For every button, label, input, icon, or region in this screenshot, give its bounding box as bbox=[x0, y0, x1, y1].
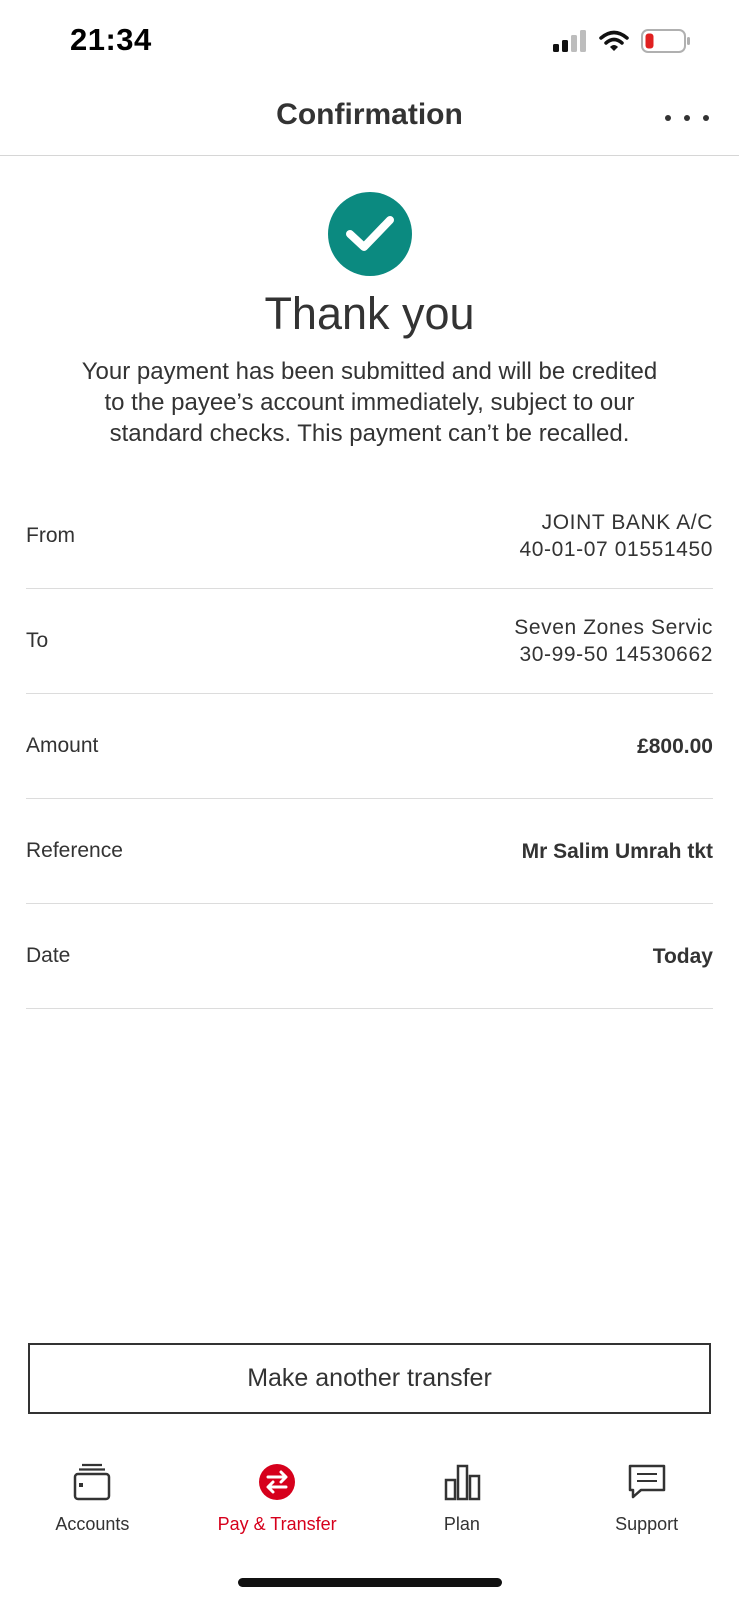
reference-value: Mr Salim Umrah tkt bbox=[521, 839, 713, 863]
from-label: From bbox=[26, 524, 75, 547]
tab-plan[interactable]: Plan bbox=[370, 1460, 555, 1550]
confirmation-message: Your payment has been submitted and will… bbox=[40, 356, 699, 449]
more-options-button[interactable] bbox=[665, 104, 709, 132]
date-label: Date bbox=[26, 944, 71, 967]
date-value: Today bbox=[652, 944, 713, 968]
to-label: To bbox=[26, 629, 49, 652]
to-value: Seven Zones Servic 30-99-50 14530662 bbox=[514, 614, 713, 668]
transfer-arrows-icon bbox=[255, 1460, 299, 1504]
detail-row-reference: Reference Mr Salim Umrah tkt bbox=[26, 799, 713, 904]
reference-label: Reference bbox=[26, 839, 123, 862]
detail-row-amount: Amount £800.00 bbox=[26, 694, 713, 799]
detail-row-from: From JOINT BANK A/C 40-01-07 01551450 bbox=[26, 484, 713, 589]
battery-low-icon bbox=[641, 28, 691, 58]
tab-support[interactable]: Support bbox=[554, 1460, 739, 1550]
tab-label: Accounts bbox=[55, 1514, 130, 1534]
tab-label: Pay & Transfer bbox=[217, 1514, 337, 1534]
from-account-number: 40-01-07 01551450 bbox=[519, 538, 713, 561]
to-payee-name: Seven Zones Servic bbox=[514, 616, 713, 639]
chat-bubble-icon bbox=[625, 1460, 669, 1504]
wifi-icon bbox=[599, 30, 629, 57]
signal-icon bbox=[553, 29, 587, 57]
tab-label: Plan bbox=[443, 1514, 480, 1534]
from-value: JOINT BANK A/C 40-01-07 01551450 bbox=[519, 509, 713, 563]
wallet-icon bbox=[70, 1460, 114, 1504]
to-account-number: 30-99-50 14530662 bbox=[519, 643, 713, 666]
confirmation-message-line: standard checks. This payment can’t be r… bbox=[109, 420, 630, 447]
tab-bar: Accounts Pay & Transfer Plan Support bbox=[0, 1460, 739, 1550]
payment-details: From JOINT BANK A/C 40-01-07 01551450 To… bbox=[26, 484, 713, 1009]
tab-accounts[interactable]: Accounts bbox=[0, 1460, 185, 1550]
check-circle-icon bbox=[328, 192, 412, 276]
page-title: Confirmation bbox=[276, 98, 463, 131]
tab-label: Support bbox=[615, 1514, 679, 1534]
amount-label: Amount bbox=[26, 734, 99, 757]
status-icons bbox=[553, 28, 691, 58]
bar-chart-icon bbox=[440, 1460, 484, 1504]
amount-value: £800.00 bbox=[637, 734, 713, 758]
nav-bar: Confirmation bbox=[0, 80, 739, 156]
home-indicator[interactable] bbox=[238, 1578, 502, 1587]
make-another-transfer-button[interactable]: Make another transfer bbox=[28, 1343, 711, 1414]
confirmation-message-line: to the payee’s account immediately, subj… bbox=[104, 389, 635, 416]
detail-row-date: Date Today bbox=[26, 904, 713, 1009]
more-horizontal-icon bbox=[665, 115, 671, 121]
status-bar: 21:34 bbox=[0, 0, 739, 80]
confirmation-message-line: Your payment has been submitted and will… bbox=[81, 358, 658, 385]
from-account-name: JOINT BANK A/C bbox=[541, 511, 713, 534]
tab-pay-transfer[interactable]: Pay & Transfer bbox=[185, 1460, 370, 1550]
thank-you-heading: Thank you bbox=[264, 288, 475, 339]
detail-row-to: To Seven Zones Servic 30-99-50 14530662 bbox=[26, 589, 713, 694]
status-time: 21:34 bbox=[70, 22, 152, 57]
